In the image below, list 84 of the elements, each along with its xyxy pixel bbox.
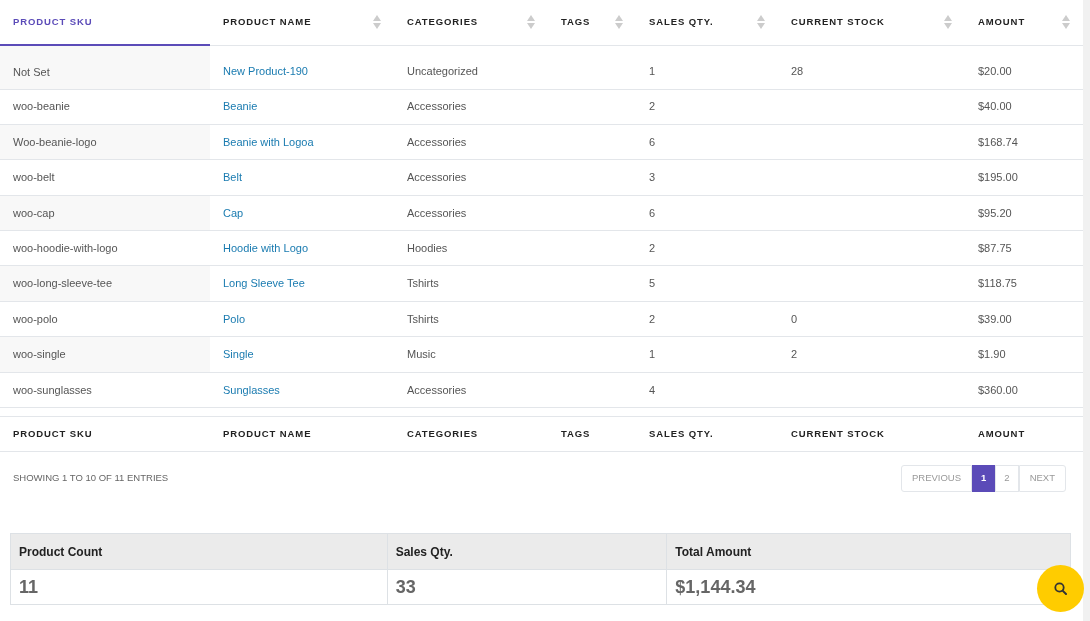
column-footer: SALES QTY.: [649, 427, 714, 439]
product-link[interactable]: Single: [223, 348, 254, 361]
table-cell: Uncategorized: [407, 65, 478, 78]
table-cell: woo-hoodie-with-logo: [13, 242, 118, 254]
table-cell: 6: [649, 206, 656, 219]
product-link[interactable]: Belt: [223, 171, 242, 184]
table-cell: 2: [649, 242, 656, 254]
table-cell: 2: [791, 348, 798, 361]
table-cell: $360.00: [978, 383, 1018, 396]
table-cell: 2: [649, 312, 656, 325]
table-cell: 3: [649, 171, 656, 184]
product-link[interactable]: Beanie: [223, 100, 258, 113]
sort-icon: [757, 15, 765, 30]
sort-icon: [527, 15, 535, 30]
column-footer: PRODUCT NAME: [223, 427, 312, 439]
page-button[interactable]: 2: [995, 465, 1019, 492]
column-footer: PRODUCT SKU: [13, 427, 93, 439]
table-cell: Accessories: [407, 135, 467, 148]
summary-value: 33: [387, 569, 667, 605]
table-cell: $39.00: [978, 312, 1012, 325]
table-cell: $118.75: [978, 277, 1017, 290]
table-cell: 4: [649, 383, 656, 396]
product-link[interactable]: Beanie with Logoa: [223, 135, 314, 148]
sort-icon: [615, 15, 623, 30]
search-button[interactable]: [1037, 565, 1084, 612]
table-cell: Accessories: [407, 100, 467, 113]
table-cell: 5: [649, 277, 656, 290]
table-cell: $40.00: [978, 100, 1012, 113]
table-cell: 0: [791, 312, 798, 325]
scrollbar[interactable]: [1083, 0, 1090, 621]
entries-info: SHOWING 1 TO 10 OF 11 ENTRIES: [13, 471, 169, 486]
product-link[interactable]: New Product-190: [223, 65, 308, 78]
product-link[interactable]: Polo: [223, 312, 246, 325]
table-cell: $20.00: [978, 65, 1012, 78]
table-cell: Accessories: [407, 206, 467, 219]
table-cell: woo-belt: [13, 171, 55, 184]
search-icon: [1054, 582, 1067, 595]
pagination-link[interactable]: NEXT: [1018, 465, 1066, 492]
table-cell: woo-sunglasses: [13, 383, 92, 396]
table-cell: $1.90: [978, 348, 1006, 361]
summary-header: Product Count: [10, 533, 388, 570]
column-footer: TAGS: [561, 427, 591, 439]
table-cell: woo-beanie: [13, 100, 70, 113]
page-button[interactable]: 1: [972, 465, 996, 492]
sort-icon: [944, 15, 952, 30]
table-cell: Music: [407, 348, 436, 361]
summary-header: Total Amount: [666, 533, 1071, 570]
table-cell: woo-long-sleeve-tee: [13, 277, 113, 290]
table-cell: Hoodies: [407, 242, 448, 254]
table-cell: Accessories: [407, 383, 467, 396]
product-link[interactable]: Sunglasses: [223, 383, 280, 396]
column-header[interactable]: PRODUCT NAME: [210, 0, 394, 45]
column-header[interactable]: CURRENT STOCK: [778, 0, 965, 45]
sort-icon: [373, 15, 381, 30]
sort-icon: [1062, 15, 1070, 30]
table-cell: $95.20: [978, 206, 1012, 219]
table-cell: Woo-beanie-logo: [13, 135, 97, 148]
table-cell: 28: [791, 65, 804, 78]
table-cell: Tshirts: [407, 312, 439, 325]
product-link[interactable]: Long Sleeve Tee: [223, 277, 305, 290]
table-cell: Accessories: [407, 171, 467, 184]
product-link[interactable]: Cap: [223, 206, 244, 219]
column-header[interactable]: TAGS: [548, 0, 636, 45]
table-cell: 1: [649, 348, 656, 361]
summary-value: 11: [10, 569, 388, 605]
table-cell: $168.74: [978, 135, 1018, 148]
column-footer: AMOUNT: [978, 427, 1026, 439]
column-footer: CURRENT STOCK: [791, 427, 885, 439]
table-cell: Tshirts: [407, 277, 439, 290]
pagination-link[interactable]: PREVIOUS: [900, 465, 973, 492]
column-footer: CATEGORIES: [407, 427, 479, 439]
table-cell: woo-cap: [13, 206, 55, 219]
table-cell: 6: [649, 135, 656, 148]
table-cell: $87.75: [978, 242, 1012, 254]
table-cell: $195.00: [978, 171, 1018, 184]
table-cell: Not Set: [13, 65, 50, 78]
table-cell: woo-single: [13, 348, 66, 361]
table-cell: woo-polo: [13, 312, 58, 325]
summary-header: Sales Qty.: [387, 533, 667, 570]
table-cell: 1: [649, 65, 656, 78]
product-link[interactable]: Hoodie with Logo: [223, 242, 308, 254]
column-header[interactable]: CATEGORIES: [394, 0, 548, 45]
column-header[interactable]: SALES QTY.: [636, 0, 778, 45]
table-cell: 2: [649, 100, 656, 113]
